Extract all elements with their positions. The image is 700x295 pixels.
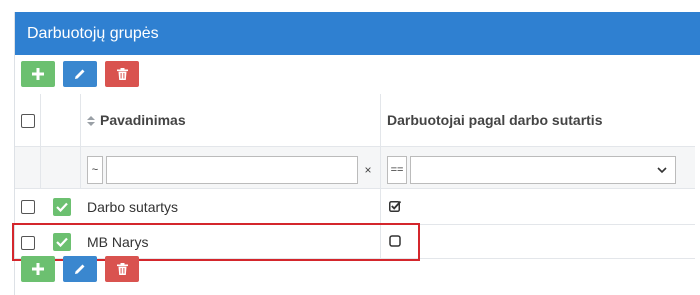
chevron-down-icon	[657, 167, 667, 174]
pencil-icon	[75, 264, 85, 274]
name-header: Pavadinimas	[87, 94, 186, 147]
top-toolbar	[21, 61, 139, 87]
header-contract-cell[interactable]: Darbuotojai pagal darbo sutartis	[381, 94, 695, 146]
edit-button[interactable]	[63, 256, 97, 282]
pencil-icon	[75, 69, 85, 79]
name-filter-operator[interactable]: ~	[87, 156, 103, 184]
table-row[interactable]: MB Narys	[15, 225, 695, 259]
contract-filter-operator[interactable]: ==	[387, 156, 407, 184]
header-status-cell	[41, 94, 81, 146]
select-all-checkbox[interactable]	[21, 114, 35, 128]
filter-contract-cell: ==	[381, 147, 695, 188]
bottom-toolbar	[21, 256, 139, 282]
unchecked-box-icon	[389, 235, 401, 247]
checked-box-icon	[389, 200, 401, 212]
filter-name-cell: ~ ×	[81, 147, 381, 188]
column-header-name: Pavadinimas	[100, 112, 186, 128]
row-status-cell	[41, 189, 81, 224]
plus-icon	[32, 68, 44, 80]
add-button[interactable]	[21, 256, 55, 282]
add-button[interactable]	[21, 61, 55, 87]
sort-icon[interactable]	[87, 116, 95, 127]
employee-groups-panel: Darbuotojų grupės Pavadinimas Darbuotoja…	[12, 12, 700, 295]
filter-status-cell	[41, 147, 81, 188]
header-name-cell[interactable]: Pavadinimas	[81, 94, 381, 146]
contract-filter-select[interactable]	[410, 156, 676, 184]
row-name-cell: Darbo sutartys	[81, 189, 381, 224]
row-name: Darbo sutartys	[87, 199, 179, 215]
row-name: MB Narys	[87, 234, 149, 250]
row-checkbox[interactable]	[21, 200, 35, 214]
header-select-cell	[15, 94, 41, 146]
filter-row: ~ × ==	[15, 147, 695, 189]
delete-button[interactable]	[105, 61, 139, 87]
clear-filter-icon[interactable]: ×	[360, 156, 376, 184]
row-status-cell	[41, 225, 81, 258]
trash-icon	[116, 263, 128, 275]
filter-select-cell	[15, 147, 41, 188]
row-checkbox[interactable]	[21, 236, 35, 250]
row-contract-cell	[381, 225, 695, 258]
table-header-row: Pavadinimas Darbuotojai pagal darbo suta…	[15, 94, 695, 147]
delete-button[interactable]	[105, 256, 139, 282]
plus-icon	[32, 263, 44, 275]
name-filter-input[interactable]	[106, 156, 358, 184]
edit-button[interactable]	[63, 61, 97, 87]
trash-icon	[116, 68, 128, 80]
table-row[interactable]: Darbo sutartys	[15, 189, 695, 225]
panel-title: Darbuotojų grupės	[15, 12, 700, 55]
row-select-cell	[15, 189, 41, 224]
row-select-cell	[15, 225, 41, 258]
row-contract-cell	[381, 189, 695, 224]
active-check-icon	[53, 198, 71, 216]
active-check-icon	[53, 233, 71, 251]
row-name-cell: MB Narys	[81, 225, 381, 258]
column-header-by-contract: Darbuotojai pagal darbo sutartis	[387, 112, 603, 128]
